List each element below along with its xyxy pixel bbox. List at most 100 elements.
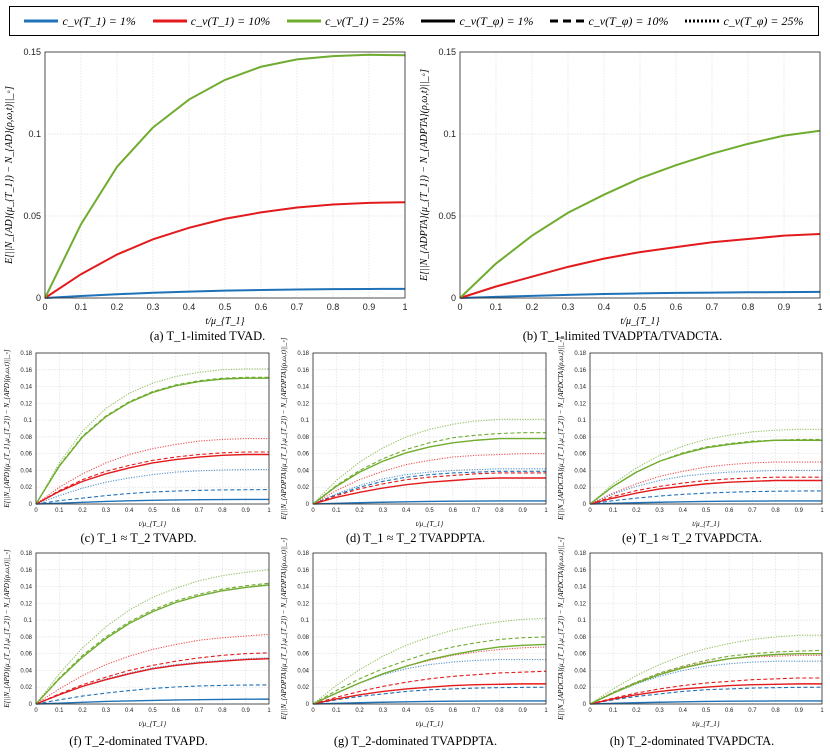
y-tick-label: 0.08: [20, 435, 32, 441]
x-tick-label: 0.9: [795, 508, 804, 514]
legend-swatch-black-dashed: [550, 19, 585, 23]
x-axis-label: t/μ_{T_1}: [620, 316, 659, 327]
y-tick-label: 0.06: [574, 452, 586, 458]
x-tick-label: 1: [820, 708, 824, 714]
x-tick-label: 0.2: [355, 508, 364, 514]
caption-b: (b) T_1-limited TVADPTA/TVADCTA.: [522, 329, 723, 343]
y-tick-label: 0.06: [297, 652, 309, 658]
x-tick-label: 0.6: [449, 708, 458, 714]
y-tick-label: 0.1: [578, 418, 587, 424]
x-tick-label: 0.5: [634, 302, 647, 312]
x-tick-label: 0.3: [102, 508, 111, 514]
y-tick-label: 0.06: [20, 452, 32, 458]
y-tick-label: 0.12: [297, 401, 309, 407]
legend-item-tphi-25: c_v(T_φ) = 25%: [685, 14, 804, 29]
caption-g: (g) T_2-dominated TVAPDPTA.: [333, 734, 498, 748]
x-tick-label: 1: [817, 302, 822, 312]
y-axis-label: E[||N_{AD}(μ_{T_1}) − N_{AD}(ρ,ω,t)||_◦]: [4, 86, 15, 265]
y-tick-label: 0.12: [574, 601, 586, 607]
x-tick-label: 0.5: [425, 708, 434, 714]
x-tick-label: 0: [42, 302, 47, 312]
x-tick-label: 0.9: [242, 708, 251, 714]
x-tick-label: 0.7: [472, 508, 481, 514]
legend-item-tphi-1: c_v(T_φ) = 1%: [421, 13, 534, 29]
y-tick-label: 0.16: [574, 568, 586, 574]
y-axis-label: E[||N_{APDCTA}(μ_{T_1},μ_{T_2}) − N_{APD…: [557, 337, 565, 521]
y-tick-label: 0.1: [301, 618, 310, 624]
chart-c: 0 0.1 0.2 0.3 0.4 0.5 0.6 0.7 0.8 0.9 1 0 0.02 0.04 0.…: [3, 349, 271, 528]
y-tick-label: 0.04: [20, 668, 32, 674]
x-tick-label: 0.6: [670, 302, 683, 312]
x-tick-label: 0.2: [632, 508, 641, 514]
caption-e: (e) T_1 ≈ T_2 TVAPDCTA.: [621, 531, 762, 545]
chart-a: 0 0.1 0.2 0.3 0.4 0.5 0.6 0.7 0.8 0.9 1 0 0.05 0.1 0.1…: [4, 47, 408, 327]
x-tick-label: 0: [311, 708, 315, 714]
y-tick-label: 0: [583, 702, 587, 708]
x-tick-label: 1: [267, 708, 271, 714]
y-axis-label: E[||N_{APDPTA}(μ_{T_1},μ_{T_2}) − N_{APD…: [280, 337, 288, 520]
x-tick-label: 0.3: [379, 708, 388, 714]
x-tick-label: 0.2: [355, 708, 364, 714]
x-tick-label: 0.5: [148, 708, 157, 714]
x-tick-label: 0.1: [490, 302, 503, 312]
y-tick-label: 0.14: [297, 585, 309, 591]
y-tick-label: 0.1: [24, 618, 33, 624]
x-tick-label: 0.1: [609, 508, 618, 514]
x-tick-label: 0.9: [519, 708, 528, 714]
caption-d: (d) T_1 ≈ T_2 TVAPDPTA.: [345, 531, 486, 545]
x-tick-label: 0.4: [679, 708, 688, 714]
x-tick-label: 0.3: [102, 708, 111, 714]
legend-swatch-black-solid: [421, 19, 456, 23]
y-tick-label: 0.14: [574, 385, 586, 391]
x-tick-label: 0.8: [771, 508, 780, 514]
x-tick-label: 0.1: [75, 302, 88, 312]
legend: c_v(T_1) = 1% c_v(T_1) = 10% c_v(T_1) = …: [9, 6, 819, 36]
x-tick-label: 0.8: [495, 508, 504, 514]
x-tick-label: 0.7: [706, 302, 719, 312]
x-tick-label: 0.7: [748, 508, 757, 514]
caption-a: (a) T_1-limited TVAD.: [149, 329, 266, 343]
x-tick-label: 0.8: [327, 302, 340, 312]
x-tick-label: 0.1: [55, 708, 64, 714]
x-tick-label: 1: [544, 708, 548, 714]
y-tick-label: 0.16: [574, 368, 586, 374]
legend-item-tphi-10: c_v(T_φ) = 10%: [550, 13, 669, 29]
x-tick-label: 0.8: [495, 708, 504, 714]
x-tick-label: 0.4: [125, 508, 134, 514]
x-tick-label: 0.2: [111, 302, 124, 312]
y-tick-label: 0.14: [297, 385, 309, 391]
y-tick-label: 0.04: [574, 468, 586, 474]
x-tick-label: 0.6: [725, 708, 734, 714]
x-axis-label: t/μ_{T_1}: [205, 316, 244, 327]
y-tick-label: 0.14: [20, 585, 32, 591]
x-tick-label: 0.3: [147, 302, 160, 312]
x-tick-label: 0.3: [655, 708, 664, 714]
y-tick-label: 0.02: [297, 685, 309, 691]
legend-label: c_v(T_φ) = 1%: [459, 13, 534, 28]
legend-label: c_v(T_φ) = 10%: [588, 13, 669, 28]
x-tick-label: 1: [402, 302, 407, 312]
legend-item-t1-10: c_v(T_1) = 10%: [152, 13, 271, 29]
y-tick-label: 0.1: [24, 418, 33, 424]
y-tick-label: 0: [36, 293, 41, 303]
x-tick-label: 0.6: [255, 302, 268, 312]
x-tick-label: 0.3: [562, 302, 575, 312]
y-tick-label: 0: [583, 502, 587, 508]
x-tick-label: 0.7: [748, 708, 757, 714]
y-tick-label: 0: [29, 502, 33, 508]
x-tick-label: 1: [544, 508, 548, 514]
y-tick-label: 0.16: [297, 368, 309, 374]
x-tick-label: 0.2: [78, 508, 87, 514]
chart-g: 0 0.1 0.2 0.3 0.4 0.5 0.6 0.7 0.8 0.9 1 0 0.02 0.04 0.…: [280, 537, 548, 728]
y-tick-label: 0.02: [297, 485, 309, 491]
x-tick-label: 0.7: [291, 302, 304, 312]
y-tick-label: 0.12: [297, 601, 309, 607]
legend-label: c_v(T_1) = 1%: [62, 13, 136, 28]
x-tick-label: 0.1: [609, 708, 618, 714]
legend-swatch-green-solid: [287, 19, 322, 23]
y-tick-label: 0.18: [574, 351, 586, 357]
x-tick-label: 1: [820, 508, 824, 514]
y-tick-label: 0.18: [20, 351, 32, 357]
x-tick-label: 0.4: [598, 302, 611, 312]
legend-label: c_v(T_1) = 10%: [190, 13, 271, 28]
